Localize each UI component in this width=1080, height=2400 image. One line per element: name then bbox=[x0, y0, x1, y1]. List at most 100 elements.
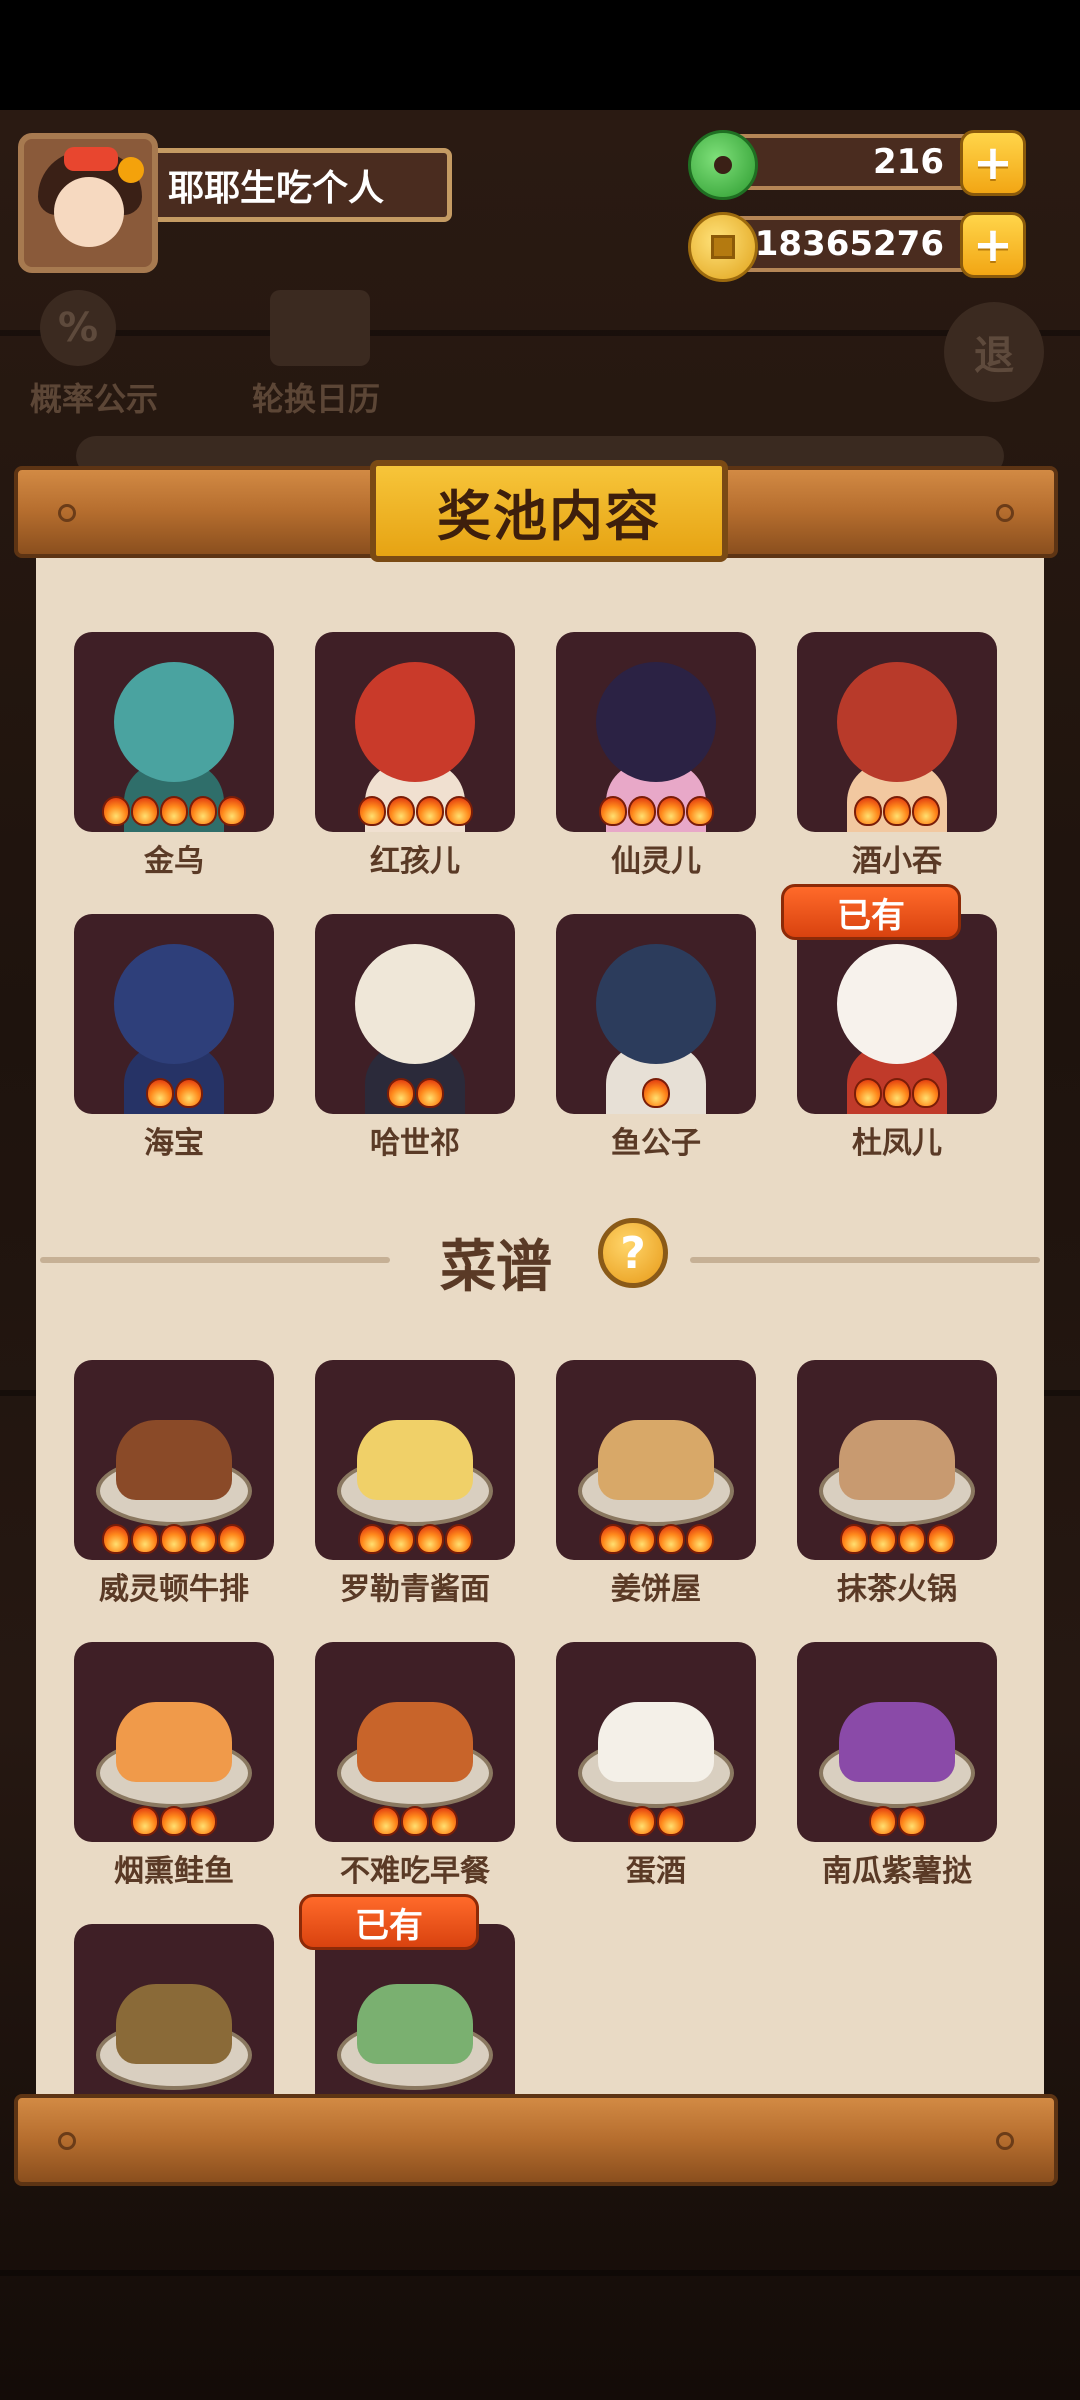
character-name: 杜凤儿 bbox=[852, 1126, 942, 1161]
flame-icon bbox=[444, 1524, 473, 1554]
flame-icon bbox=[926, 1524, 955, 1554]
calendar-icon bbox=[270, 290, 370, 366]
flame-icon bbox=[444, 796, 473, 826]
flame-icon bbox=[102, 1524, 130, 1554]
recipe-name: 烟熏鲑鱼 bbox=[114, 1854, 234, 1889]
rarity-flames bbox=[797, 1524, 997, 1554]
rarity-flames bbox=[315, 1806, 515, 1836]
rarity-flames bbox=[74, 1078, 274, 1108]
character-card bbox=[797, 632, 997, 832]
recipe-name: 姜饼屋 bbox=[611, 1572, 701, 1607]
rarity-flames bbox=[556, 1078, 756, 1108]
owned-badge: 已有 bbox=[299, 1894, 479, 1950]
character-card bbox=[556, 632, 756, 832]
recipe-card bbox=[74, 1642, 274, 1842]
recipe-card bbox=[556, 1642, 756, 1842]
player-name: 耶耶生吃个人 bbox=[158, 148, 452, 222]
character-portrait-icon bbox=[596, 662, 716, 782]
recipe-name: 威灵顿牛排 bbox=[99, 1572, 249, 1607]
flame-icon bbox=[160, 796, 188, 826]
character-name: 海宝 bbox=[144, 1126, 204, 1161]
character-portrait-icon bbox=[355, 662, 475, 782]
flame-icon bbox=[883, 796, 911, 826]
panel-title: 奖池内容 bbox=[370, 460, 728, 562]
add-jade-button[interactable]: + bbox=[960, 130, 1026, 196]
nail-icon bbox=[58, 504, 76, 522]
character-name: 酒小吞 bbox=[852, 844, 942, 879]
background-plank bbox=[0, 330, 1080, 336]
rarity-flames bbox=[315, 796, 515, 826]
probability-button-label[interactable]: 概率公示 bbox=[30, 374, 158, 420]
flame-icon bbox=[357, 796, 386, 826]
character-card bbox=[315, 632, 515, 832]
section-divider bbox=[40, 1257, 390, 1263]
character-name: 鱼公子 bbox=[611, 1126, 701, 1161]
flame-icon bbox=[145, 1078, 174, 1108]
add-coins-button[interactable]: + bbox=[960, 212, 1026, 278]
character-name: 金乌 bbox=[144, 844, 204, 879]
flame-icon bbox=[627, 1806, 656, 1836]
flame-icon bbox=[868, 1806, 897, 1836]
dish-icon bbox=[116, 1702, 232, 1782]
rarity-flames bbox=[315, 1524, 515, 1554]
dish-icon bbox=[357, 1420, 473, 1500]
dish-icon bbox=[839, 1420, 955, 1500]
flame-icon bbox=[656, 1524, 685, 1554]
rarity-flames bbox=[556, 1806, 756, 1836]
flame-icon bbox=[839, 1524, 868, 1554]
flame-icon bbox=[854, 796, 882, 826]
section-divider bbox=[690, 1257, 1040, 1263]
help-icon[interactable]: ? bbox=[598, 1218, 668, 1288]
flame-icon bbox=[642, 1078, 670, 1108]
rarity-flames bbox=[556, 1524, 756, 1554]
recipe-card bbox=[797, 1642, 997, 1842]
flame-icon bbox=[102, 796, 130, 826]
flame-icon bbox=[627, 1524, 656, 1554]
exit-icon[interactable]: 退 bbox=[944, 302, 1044, 402]
character-name: 哈世祁 bbox=[370, 1126, 460, 1161]
flame-icon bbox=[415, 1524, 444, 1554]
avatar-crown bbox=[64, 147, 118, 171]
nail-icon bbox=[58, 2132, 76, 2150]
character-portrait-icon bbox=[114, 944, 234, 1064]
flame-icon bbox=[868, 1524, 897, 1554]
flame-icon bbox=[189, 1524, 217, 1554]
coin-icon bbox=[688, 212, 758, 282]
recipe-card bbox=[556, 1360, 756, 1560]
recipe-card bbox=[797, 1360, 997, 1560]
character-portrait-icon bbox=[355, 944, 475, 1064]
flame-icon bbox=[883, 1078, 911, 1108]
flame-icon bbox=[415, 1078, 444, 1108]
flame-icon bbox=[598, 1524, 627, 1554]
rarity-flames bbox=[797, 796, 997, 826]
dish-icon bbox=[598, 1420, 714, 1500]
jade-amount: 216 bbox=[873, 142, 944, 182]
character-name: 红孩儿 bbox=[370, 844, 460, 879]
player-avatar[interactable] bbox=[18, 133, 158, 273]
flame-icon bbox=[386, 1524, 415, 1554]
flame-icon bbox=[897, 1806, 926, 1836]
rarity-flames bbox=[74, 796, 274, 826]
flame-icon bbox=[685, 796, 714, 826]
flame-icon bbox=[131, 796, 159, 826]
calendar-button-label[interactable]: 轮换日历 bbox=[252, 374, 380, 420]
flame-badge-icon bbox=[118, 157, 144, 183]
nail-icon bbox=[996, 2132, 1014, 2150]
dish-icon bbox=[598, 1702, 714, 1782]
flame-icon bbox=[386, 1078, 415, 1108]
percent-icon: % bbox=[40, 290, 116, 366]
recipe-name: 不难吃早餐 bbox=[340, 1854, 490, 1889]
rarity-flames bbox=[556, 796, 756, 826]
rarity-flames bbox=[797, 1806, 997, 1836]
character-portrait-icon bbox=[837, 662, 957, 782]
flame-icon bbox=[685, 1524, 714, 1554]
owned-badge: 已有 bbox=[781, 884, 961, 940]
jade-icon bbox=[688, 130, 758, 200]
flame-icon bbox=[218, 1524, 246, 1554]
flame-icon bbox=[627, 796, 656, 826]
recipe-card bbox=[74, 1360, 274, 1560]
flame-icon bbox=[656, 796, 685, 826]
flame-icon bbox=[598, 796, 627, 826]
flame-icon bbox=[854, 1078, 882, 1108]
flame-icon bbox=[401, 1806, 429, 1836]
